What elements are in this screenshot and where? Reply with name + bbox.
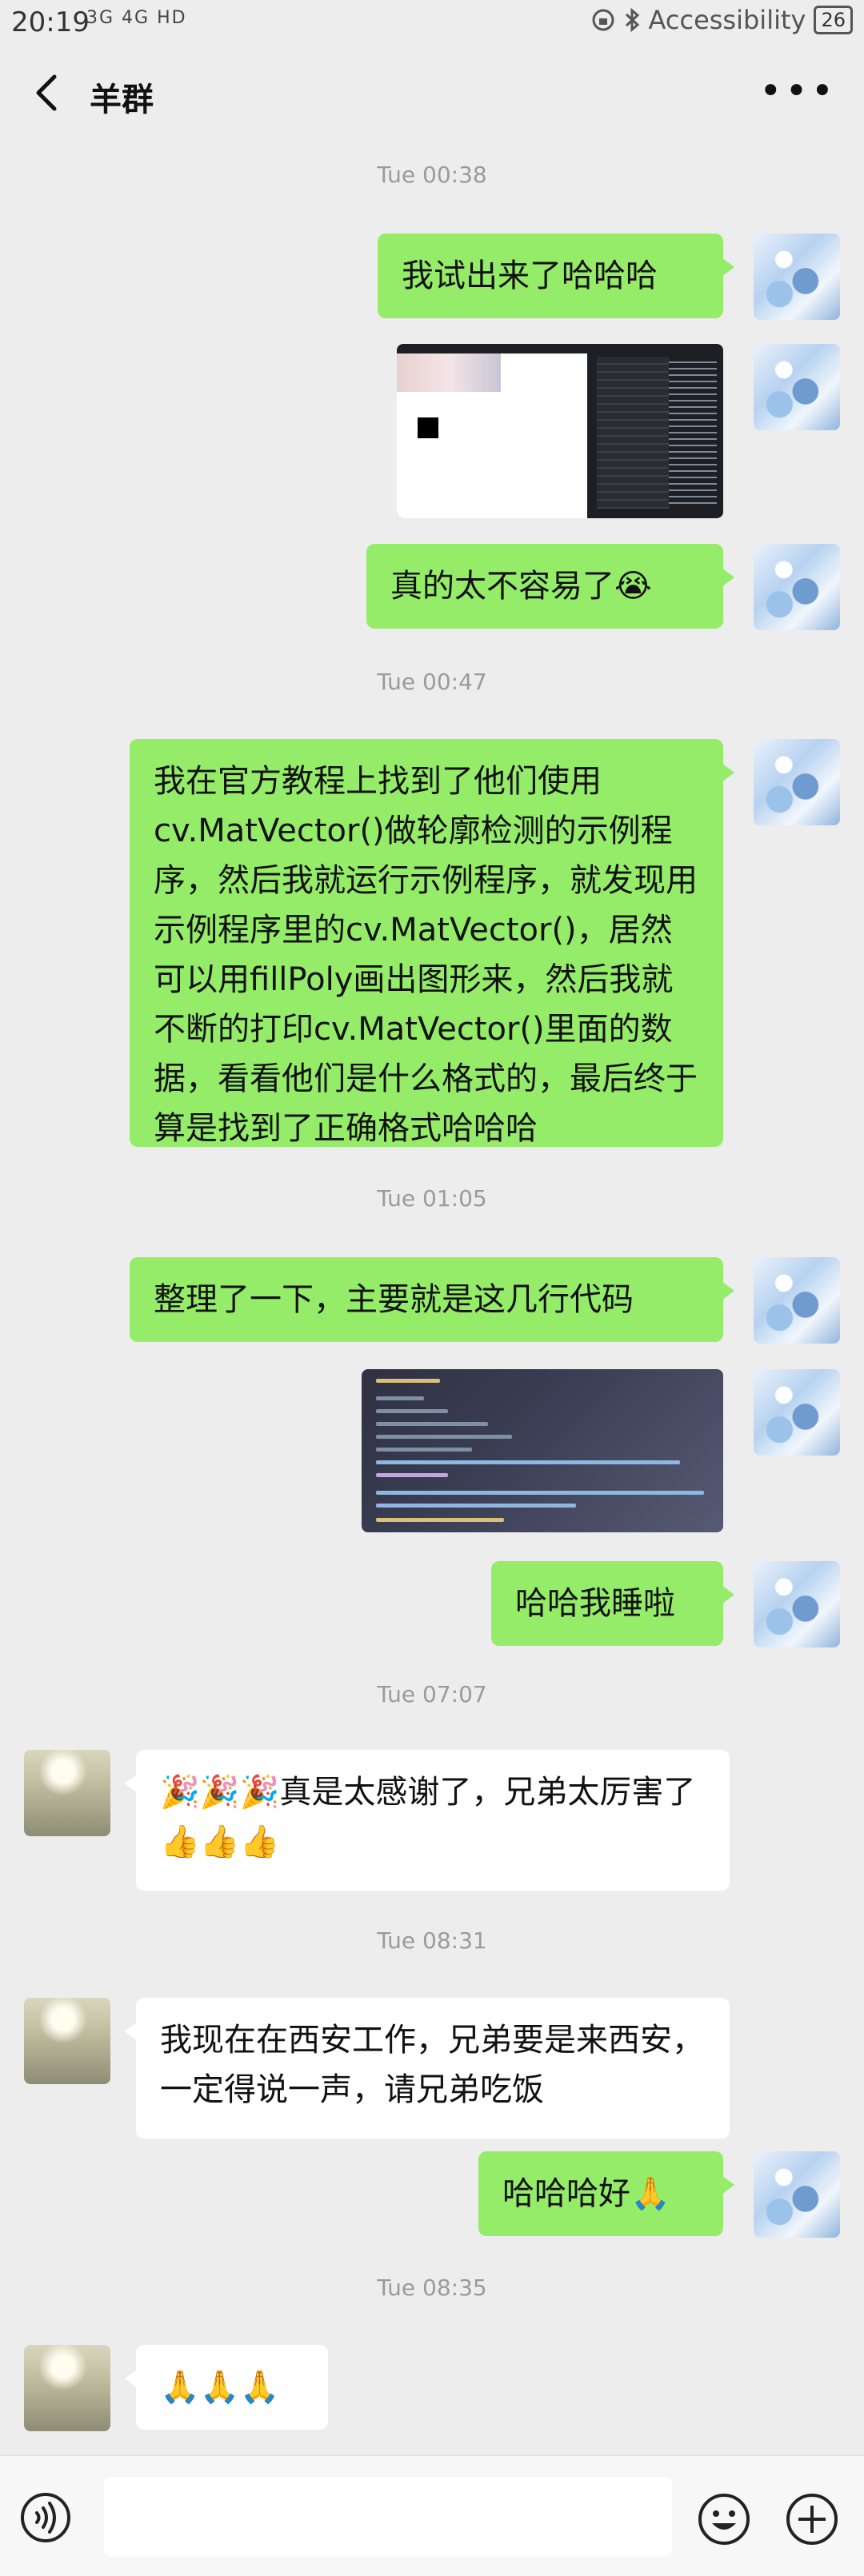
image-message-screenshot[interactable] xyxy=(397,344,723,518)
timestamp: Tue 00:38 xyxy=(377,162,487,188)
status-time: 20:19 xyxy=(11,6,90,38)
message-bubble[interactable]: 我现在在西安工作，兄弟要是来西安，一定得说一声，请兄弟吃饭 xyxy=(125,1998,730,2139)
timestamp: Tue 01:05 xyxy=(377,1185,487,1212)
status-bar: 20:19 3G 4G HD Accessibility 26 xyxy=(0,0,864,45)
message-bubble[interactable]: 哈哈哈好🙏 xyxy=(478,2151,734,2236)
chevron-left-icon[interactable] xyxy=(24,69,72,117)
avatar[interactable] xyxy=(754,1369,840,1456)
timestamp: Tue 08:31 xyxy=(377,1927,487,1954)
avatar[interactable] xyxy=(24,1998,110,2084)
avatar[interactable] xyxy=(24,2345,110,2431)
timestamp: Tue 07:07 xyxy=(377,1681,487,1707)
input-bar xyxy=(0,2455,864,2576)
avatar[interactable] xyxy=(754,2151,840,2238)
message-bubble[interactable]: 🙏🙏🙏 xyxy=(125,2345,328,2430)
avatar[interactable] xyxy=(754,1257,840,1344)
battery-indicator: 26 xyxy=(814,6,853,34)
chat-title: 羊群 xyxy=(90,82,154,118)
avatar[interactable] xyxy=(24,1750,110,1836)
avatar[interactable] xyxy=(754,1561,840,1647)
message-bubble[interactable]: 哈哈我睡啦 xyxy=(491,1561,734,1646)
bluetooth-icon xyxy=(625,7,639,33)
status-right: Accessibility 26 xyxy=(591,5,853,35)
message-bubble[interactable]: 整理了一下，主要就是这几行代码 xyxy=(130,1257,734,1342)
chat-header: 羊群 ••• xyxy=(0,45,864,144)
message-input[interactable] xyxy=(104,2477,672,2557)
message-bubble[interactable]: 真的太不容易了😭 xyxy=(366,544,734,629)
avatar[interactable] xyxy=(754,544,840,630)
timestamp: Tue 00:47 xyxy=(377,669,487,695)
timestamp: Tue 08:35 xyxy=(377,2274,487,2301)
message-bubble[interactable]: 我试出来了哈哈哈 xyxy=(378,234,734,318)
lock-rotation-icon xyxy=(592,9,614,31)
plus-icon[interactable] xyxy=(784,2491,840,2547)
message-bubble[interactable]: 我在官方教程上找到了他们使用cv.MatVector()做轮廓检测的示例程序，然… xyxy=(130,739,734,1147)
signal-indicators: 3G 4G HD xyxy=(86,8,187,28)
message-bubble[interactable]: 🎉🎉🎉真是太感谢了，兄弟太厉害了👍👍👍 xyxy=(125,1750,730,1891)
avatar[interactable] xyxy=(754,234,840,320)
avatar[interactable] xyxy=(754,344,840,430)
message-list[interactable]: Tue 00:38 我试出来了哈哈哈 真的太不容易了😭 Tue 00:47 我在… xyxy=(0,144,864,2455)
accessibility-label: Accessibility xyxy=(648,5,806,35)
image-message-code[interactable] xyxy=(362,1369,723,1532)
voice-icon[interactable] xyxy=(19,2491,72,2544)
more-dots-icon[interactable]: ••• xyxy=(759,69,837,114)
avatar[interactable] xyxy=(754,739,840,825)
emoji-icon[interactable] xyxy=(696,2491,752,2547)
